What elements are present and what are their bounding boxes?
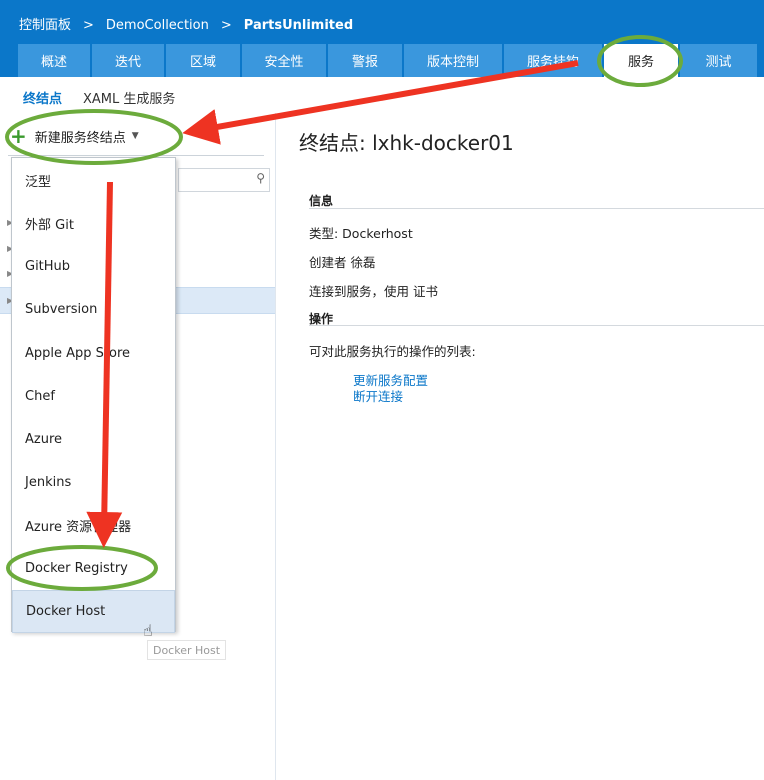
highlight-ring-new-endpoint	[5, 109, 183, 165]
highlight-ring-docker-registry	[6, 545, 158, 591]
highlight-ring-services-tab	[597, 35, 683, 87]
arrow-to-docker-registry	[86, 181, 123, 548]
annotation-overlay	[5, 35, 683, 591]
arrow-to-new-endpoint	[182, 60, 579, 145]
